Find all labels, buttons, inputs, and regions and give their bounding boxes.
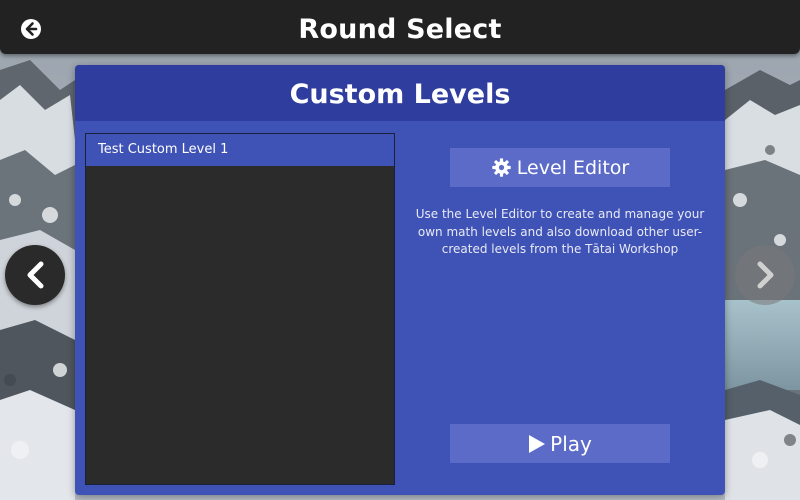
play-button[interactable]: Play bbox=[450, 424, 670, 463]
level-list[interactable]: Test Custom Level 1 bbox=[85, 133, 395, 485]
level-editor-label: Level Editor bbox=[516, 156, 630, 179]
chevron-left-icon bbox=[27, 261, 44, 289]
list-item-level[interactable]: Test Custom Level 1 bbox=[86, 134, 394, 166]
top-bar: Round Select bbox=[0, 0, 800, 54]
panel-header: Custom Levels bbox=[75, 65, 725, 121]
previous-round-button[interactable] bbox=[5, 245, 65, 305]
page-title: Round Select bbox=[298, 14, 502, 45]
play-label: Play bbox=[550, 431, 592, 456]
panel-title: Custom Levels bbox=[289, 79, 511, 110]
play-icon bbox=[529, 434, 546, 453]
chevron-right-icon bbox=[757, 261, 774, 289]
next-round-button[interactable] bbox=[735, 245, 795, 305]
level-editor-description: Use the Level Editor to create and manag… bbox=[415, 207, 705, 256]
gear-icon bbox=[492, 158, 511, 177]
custom-levels-panel: Custom Levels Test Custom Level 1 Level … bbox=[75, 65, 725, 495]
level-editor-button[interactable]: Level Editor bbox=[450, 148, 670, 187]
